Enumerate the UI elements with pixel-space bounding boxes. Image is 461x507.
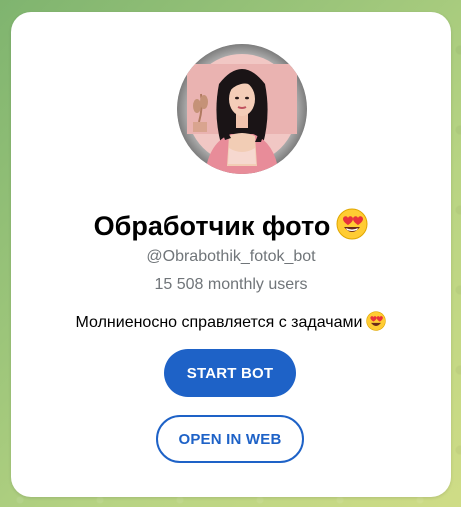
bot-description: Молниеносно справляется с задачами xyxy=(75,314,363,331)
bot-username: @Obrabothik_fotok_bot xyxy=(146,248,316,265)
open-in-web-button[interactable]: OPEN IN WEB xyxy=(156,415,304,463)
avatar-image xyxy=(177,44,307,174)
bot-title-row: Обработчик фото xyxy=(11,208,451,248)
bot-info-card: Обработчик фото @Obrabothik_fotok_bot 15… xyxy=(11,12,451,497)
heart-eyes-icon xyxy=(336,208,368,248)
start-bot-button[interactable]: START BOT xyxy=(164,349,296,397)
bot-description-row: Молниеносно справляется с задачами xyxy=(11,311,451,336)
heart-eyes-icon xyxy=(366,311,387,336)
monthly-users-count: 15 508 monthly users xyxy=(154,276,308,293)
bot-title: Обработчик фото xyxy=(93,211,331,241)
bot-avatar xyxy=(177,44,307,174)
